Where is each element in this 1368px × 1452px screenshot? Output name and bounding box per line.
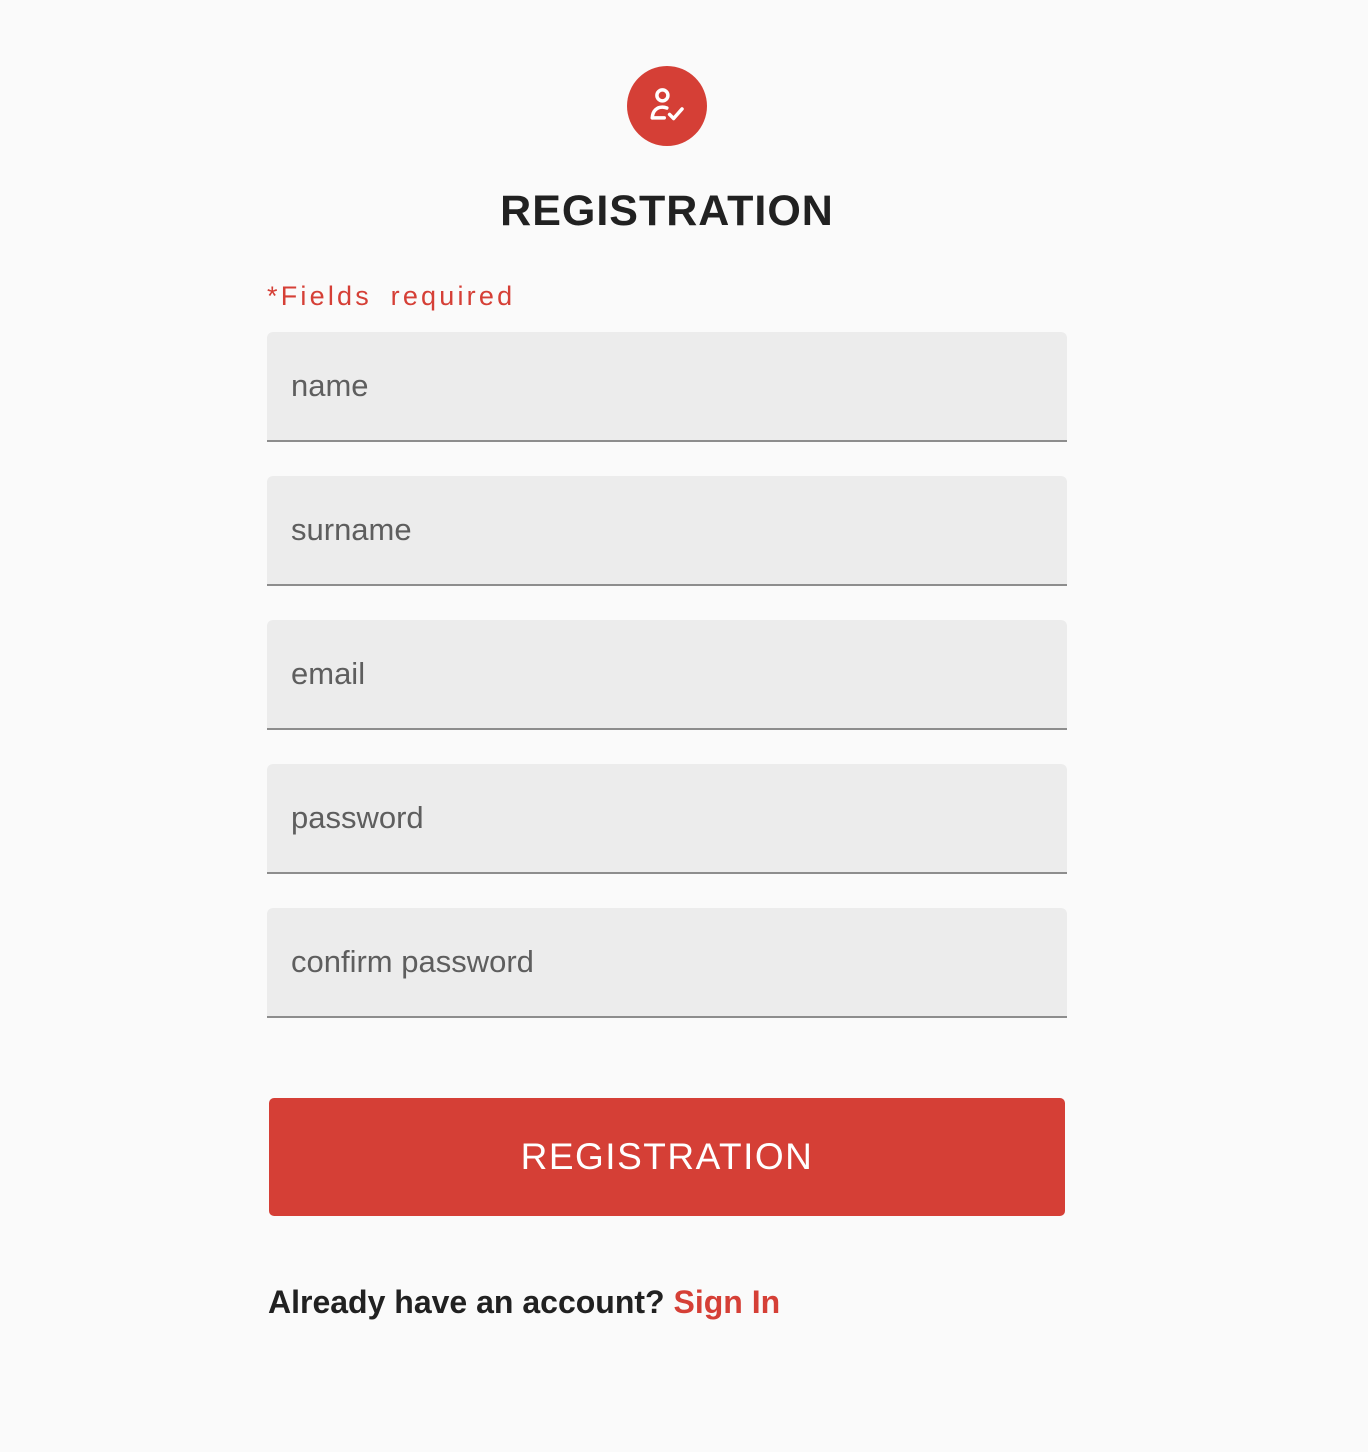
registration-page: REGISTRATION *Fields required REGISTRATI… — [0, 0, 1368, 1452]
registration-form — [267, 332, 1067, 1052]
name-field[interactable] — [267, 332, 1067, 442]
user-check-icon — [627, 66, 707, 146]
signin-prompt: Already have an account? Sign In — [268, 1280, 780, 1324]
signin-prompt-text: Already have an account? — [268, 1284, 665, 1320]
required-fields-note: *Fields required — [267, 281, 516, 311]
surname-field[interactable] — [267, 476, 1067, 586]
page-title: REGISTRATION — [500, 187, 834, 235]
email-field[interactable] — [267, 620, 1067, 730]
registration-button[interactable]: REGISTRATION — [269, 1098, 1065, 1216]
confirm-password-field[interactable] — [267, 908, 1067, 1018]
sign-in-link[interactable]: Sign In — [673, 1284, 780, 1320]
password-field[interactable] — [267, 764, 1067, 874]
